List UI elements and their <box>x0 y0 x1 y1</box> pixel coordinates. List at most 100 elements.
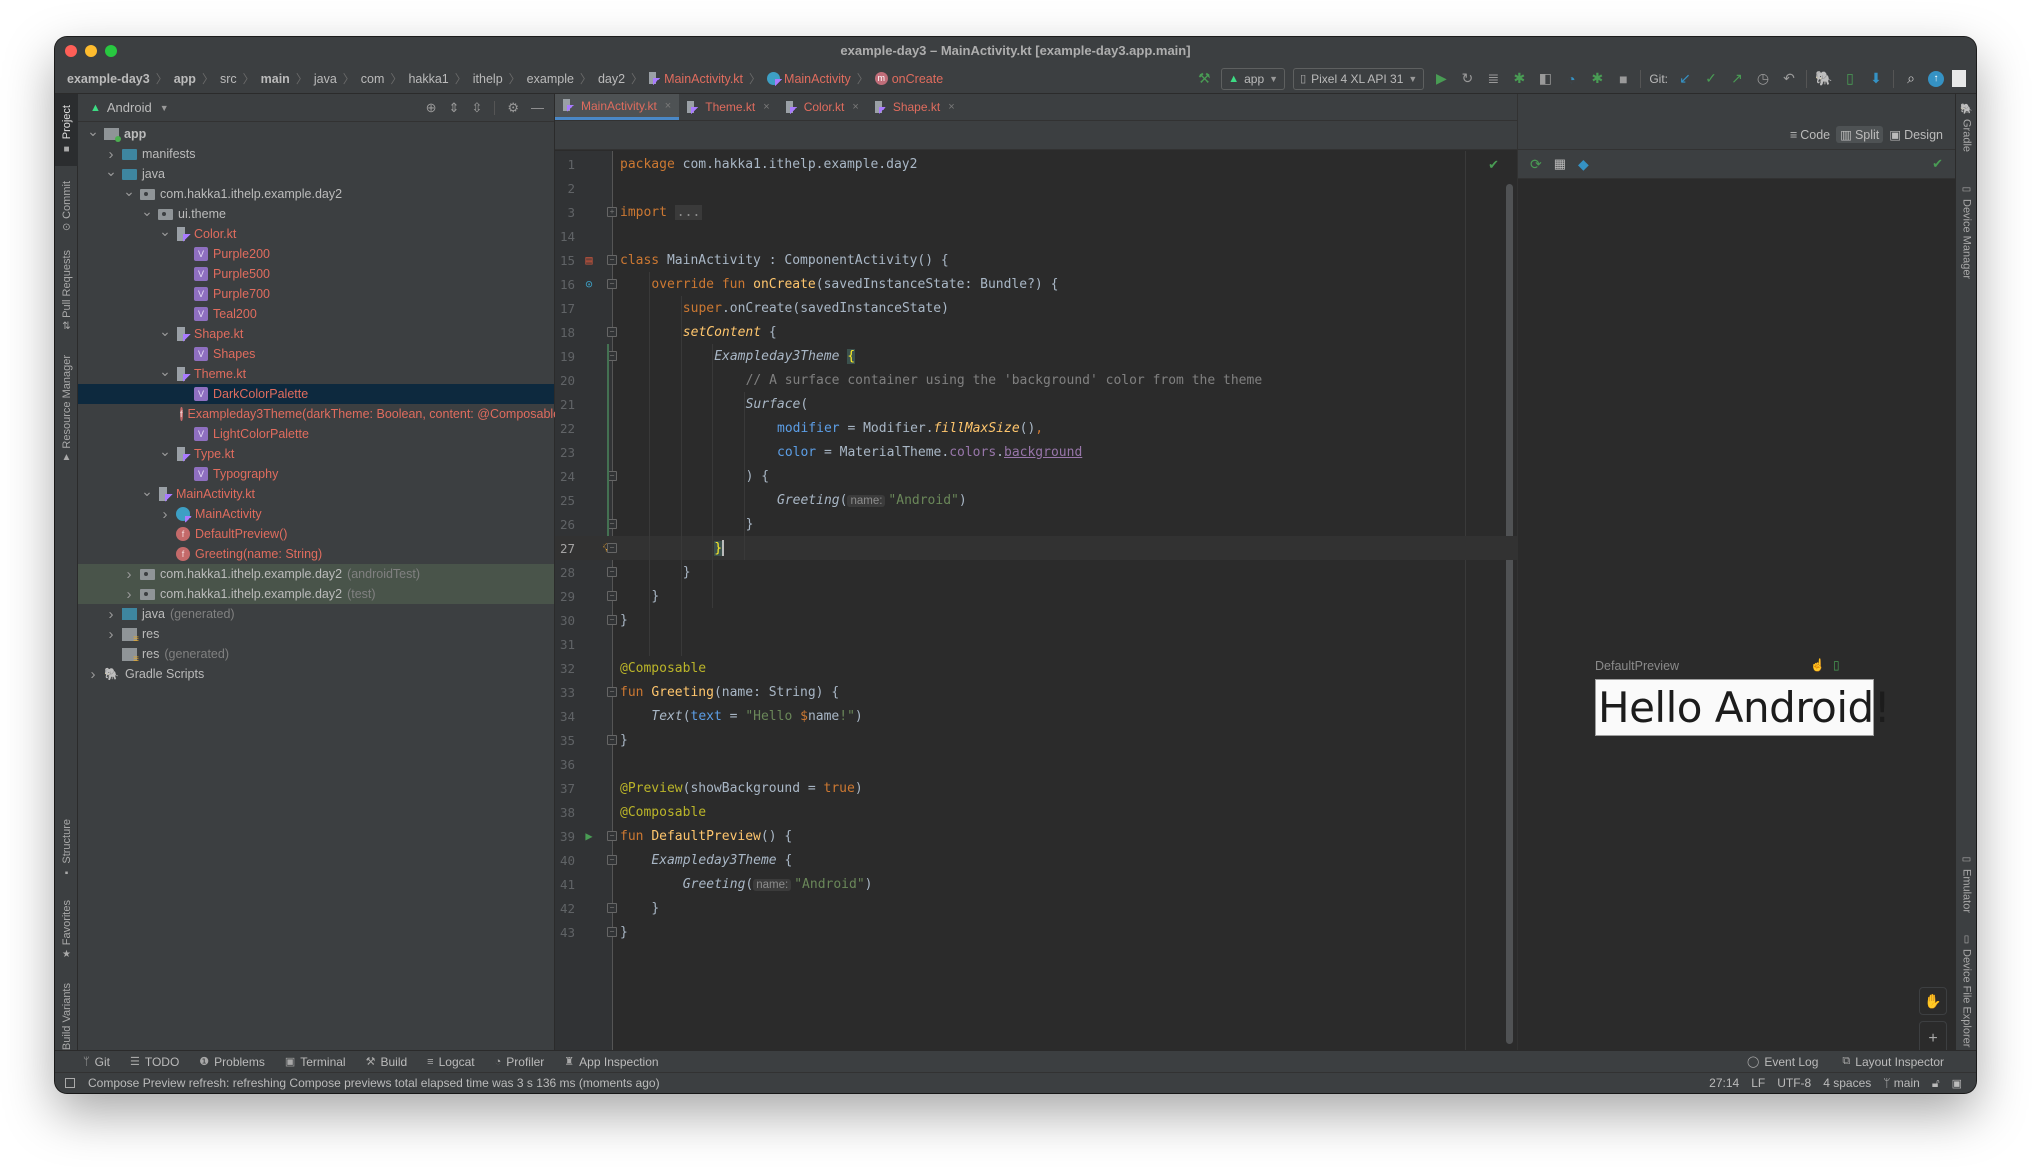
code-line[interactable]: 33 − fun Greeting(name: String) { <box>555 680 1517 704</box>
collapse-fold-icon[interactable]: − <box>607 855 617 865</box>
gradle-sync-icon[interactable]: 🐘 <box>1815 70 1833 88</box>
update-icon[interactable]: ↑ <box>1928 70 1944 87</box>
attach-debugger-icon[interactable]: ◧ <box>1536 70 1554 88</box>
editor-tab[interactable]: Shape.kt × <box>867 94 963 120</box>
stop-icon[interactable]: ■ <box>1614 70 1632 88</box>
breadcrumb-item[interactable]: MainActivity.kt <box>649 72 743 86</box>
toggle-tool-windows-icon[interactable] <box>65 1078 75 1088</box>
breadcrumb-item[interactable]: com <box>361 72 385 86</box>
tool-window-device-file-explorer[interactable]: ▯ Device File Explorer <box>1956 934 1976 1064</box>
code-line[interactable]: 42 −} <box>555 896 1517 920</box>
code-line[interactable]: 36 <box>555 752 1517 776</box>
editor-tab[interactable]: Color.kt × <box>778 94 867 120</box>
chevron-down-icon[interactable]: ⌄ <box>86 123 100 140</box>
device-selector[interactable]: ▯ Pixel 4 XL API 31 ▼ <box>1293 67 1425 90</box>
file-encoding[interactable]: UTF-8 <box>1777 1076 1811 1090</box>
layout-options-icon[interactable]: ▦ <box>1554 156 1566 172</box>
tool-window-gradle[interactable]: 🐘 Gradle <box>1956 104 1976 174</box>
git-history-icon[interactable]: ◷ <box>1754 70 1772 88</box>
avd-manager-icon[interactable]: ▯ <box>1841 70 1859 88</box>
interactive-mode-icon[interactable]: ☝ <box>1810 658 1825 672</box>
tree-item[interactable]: ⌄ Type.kt <box>78 443 554 464</box>
code-line[interactable]: 20 // A surface container using the 'back… <box>555 368 1517 392</box>
tree-item[interactable]: › com.hakka1.ithelp.example.day2 (androidT… <box>78 564 554 584</box>
tree-item[interactable]: ⌄ app <box>78 123 554 144</box>
view-mode-split-button[interactable]: ▥ Split <box>1836 126 1884 143</box>
tree-item[interactable]: V Teal200 <box>78 304 554 324</box>
collapse-fold-icon[interactable]: − <box>607 687 617 697</box>
run-icon[interactable]: ▶ <box>1432 70 1450 88</box>
code-line[interactable]: 37 @Preview(showBackground = true) <box>555 776 1517 800</box>
breadcrumb-item[interactable]: MainActivity <box>767 72 851 86</box>
breadcrumb-item[interactable]: day2 <box>598 72 625 86</box>
tool-window-favorites[interactable]: Favorites ★ <box>55 894 78 966</box>
collapse-all-icon[interactable]: ⇳ <box>471 100 482 116</box>
tree-item[interactable]: › manifests <box>78 144 554 164</box>
git-commit-icon[interactable]: ✓ <box>1702 70 1720 88</box>
breadcrumb-item[interactable]: example-day3 <box>67 72 150 86</box>
code-line[interactable]: 32 @Composable <box>555 656 1517 680</box>
tool-window-commit[interactable]: Commit ⊙ <box>55 172 78 242</box>
tree-item[interactable]: V Purple500 <box>78 264 554 284</box>
code-line[interactable]: 3 + import ... <box>555 200 1517 224</box>
close-tab-icon[interactable]: × <box>665 100 671 112</box>
tool-window-structure[interactable]: Structure ▪ <box>55 814 78 884</box>
activity-icon[interactable]: ▤ <box>581 253 597 267</box>
code-line[interactable]: 21 Surface( <box>555 392 1517 416</box>
tool-window-app-inspection[interactable]: ♜ App Inspection <box>564 1055 658 1069</box>
tree-item[interactable]: V Purple200 <box>78 244 554 264</box>
close-tab-icon[interactable]: × <box>948 101 954 113</box>
breadcrumb-item[interactable]: app <box>174 72 196 86</box>
view-mode-design-button[interactable]: ▣ Design <box>1885 126 1947 143</box>
breadcrumb-item[interactable]: hakka1 <box>408 72 448 86</box>
collapse-fold-icon[interactable]: − <box>607 615 617 625</box>
tree-item[interactable]: ⌄ com.hakka1.ithelp.example.day2 <box>78 183 554 204</box>
preview-canvas[interactable]: DefaultPreview ☝ ▯ Hello Android! ✋ + − … <box>1518 179 1955 1093</box>
close-tab-icon[interactable]: × <box>852 101 858 113</box>
apply-changes-icon[interactable]: ↻ <box>1458 70 1476 88</box>
code-line[interactable]: 27💡︎−} <box>555 536 1517 560</box>
chevron-down-icon[interactable]: ⌄ <box>158 323 172 340</box>
code-line[interactable]: 14 <box>555 224 1517 248</box>
view-mode-code-button[interactable]: ≡ Code <box>1786 126 1834 143</box>
tool-window-problems[interactable]: ❶ Problems <box>199 1055 265 1069</box>
tree-item[interactable]: V Shapes <box>78 344 554 364</box>
tool-window-device-manager[interactable]: ▭ Device Manager <box>1956 184 1976 294</box>
code-line[interactable]: 35 −} <box>555 728 1517 752</box>
tree-item[interactable]: › com.hakka1.ithelp.example.day2 (test) <box>78 584 554 604</box>
tool-window-emulator[interactable]: ▭ Emulator <box>1956 854 1976 924</box>
breadcrumb-item[interactable]: ithelp <box>473 72 503 86</box>
tool-window-layout-inspector[interactable]: ⧉ Layout Inspector <box>1842 1055 1944 1069</box>
tool-window-build[interactable]: ⚒ Build <box>366 1055 408 1069</box>
caret-position[interactable]: 27:14 <box>1709 1076 1739 1090</box>
collapse-fold-icon[interactable]: − <box>607 927 617 937</box>
tree-item[interactable]: V DarkColorPalette <box>78 384 554 404</box>
apply-code-changes-icon[interactable]: ≣ <box>1484 70 1502 88</box>
chevron-right-icon[interactable]: › <box>104 626 118 643</box>
tree-item[interactable]: ⌄ MainActivity.kt <box>78 483 554 504</box>
override-icon[interactable]: ⊙ <box>581 277 597 291</box>
chevron-right-icon[interactable]: › <box>104 146 118 163</box>
code-line[interactable]: 41 Greeting(name: "Android") <box>555 872 1517 896</box>
chevron-down-icon[interactable]: ▼ <box>160 103 169 113</box>
collapse-fold-icon[interactable]: − <box>607 903 617 913</box>
tree-item[interactable]: ⌄ java <box>78 163 554 184</box>
pan-mode-button[interactable]: ✋ <box>1919 987 1947 1015</box>
tree-item[interactable]: › res <box>78 624 554 645</box>
attach-debug-icon[interactable]: ✱ <box>1588 70 1606 88</box>
editor-tab[interactable]: Theme.kt × <box>679 94 777 120</box>
code-line[interactable]: 15 ▤ − class MainActivity : ComponentActivi… <box>555 248 1517 272</box>
code-line[interactable]: 43 −} <box>555 920 1517 944</box>
git-push-icon[interactable]: ↗ <box>1728 70 1746 88</box>
tree-item[interactable]: V Purple700 <box>78 284 554 304</box>
chevron-down-icon[interactable]: ⌄ <box>104 163 118 180</box>
run-config-selector[interactable]: ▲ app ▼ <box>1221 67 1286 90</box>
search-icon[interactable]: ⌕ <box>1902 70 1920 88</box>
collapse-fold-icon[interactable]: − <box>607 567 617 577</box>
chevron-right-icon[interactable]: › <box>158 506 172 523</box>
code-line[interactable]: 17 super.onCreate(savedInstanceState) <box>555 296 1517 320</box>
code-line[interactable]: 30 −} <box>555 608 1517 632</box>
code-line[interactable]: 31 <box>555 632 1517 656</box>
line-separator[interactable]: LF <box>1751 1076 1765 1090</box>
code-line[interactable]: 38 @Composable <box>555 800 1517 824</box>
